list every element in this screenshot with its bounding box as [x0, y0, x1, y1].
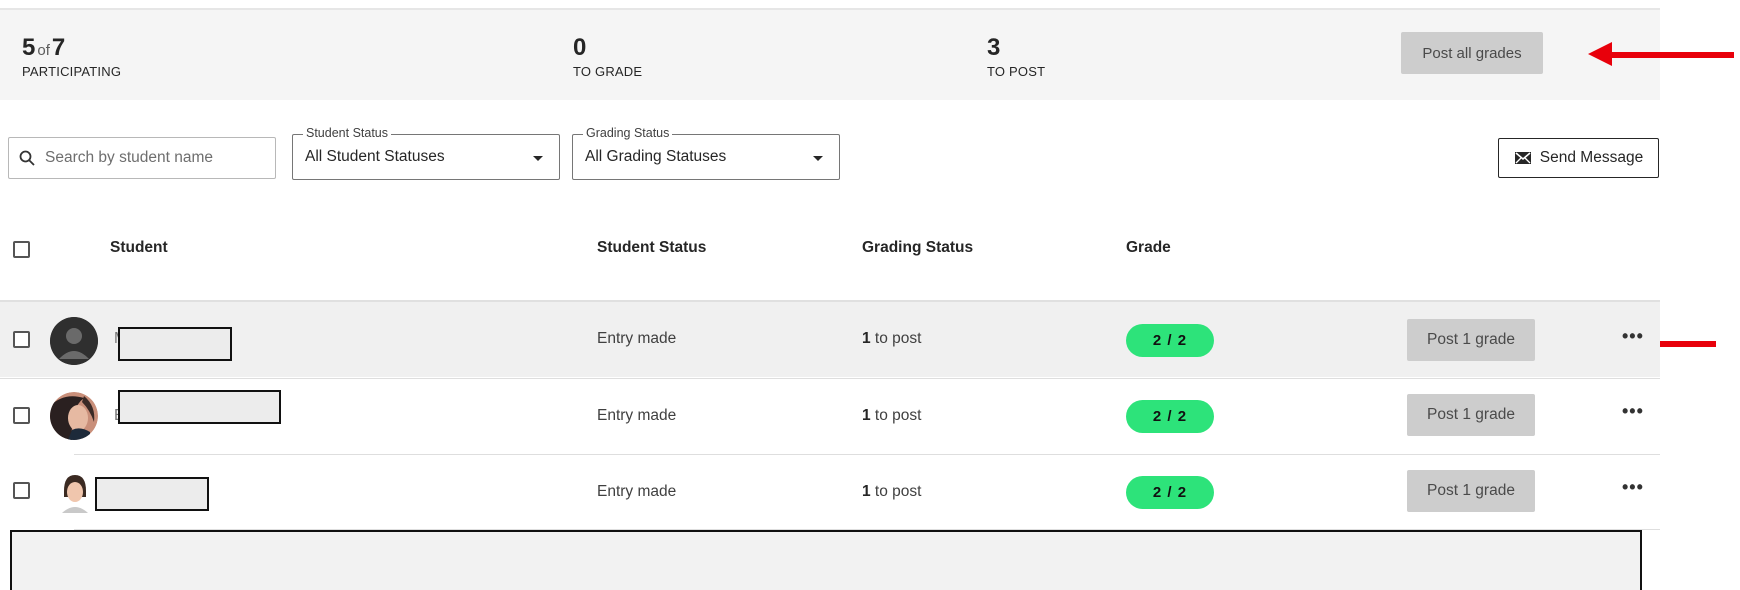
student-status-legend: Student Status — [303, 126, 392, 140]
post-grade-button[interactable]: Post 1 grade — [1407, 394, 1535, 436]
student-status-cell: Entry made — [597, 483, 677, 500]
to-grade-count: 0 — [573, 34, 587, 61]
grading-status-select[interactable]: Grading Status All Grading Statuses — [572, 126, 840, 180]
grading-status-cell: 1 to post — [862, 407, 921, 425]
avatar — [50, 317, 98, 365]
grading-status-legend: Grading Status — [583, 126, 673, 140]
chevron-down-icon — [533, 156, 543, 161]
grading-count: 1 — [862, 407, 871, 424]
profile-photo-icon — [56, 473, 94, 513]
grading-count: 1 — [862, 483, 871, 500]
annotation-arrow-icon — [1588, 42, 1734, 68]
search-input[interactable] — [45, 138, 271, 178]
grade-pill[interactable]: 2 / 2 — [1126, 324, 1214, 357]
grading-suffix: to post — [870, 407, 922, 424]
student-status-cell: Entry made — [597, 407, 677, 424]
grade-pill[interactable]: 2 / 2 — [1126, 476, 1214, 509]
search-icon — [19, 150, 35, 166]
row-checkbox[interactable] — [13, 407, 30, 424]
chevron-down-icon — [813, 156, 823, 161]
to-post-stat: 3 TO POST — [987, 34, 1045, 79]
column-header-student-status[interactable]: Student Status — [597, 239, 706, 257]
table-row[interactable]: Entry made 1 to post 2 / 2 Post 1 grade … — [0, 455, 1660, 530]
user-silhouette-icon — [50, 317, 98, 365]
student-status-value: All Student Statuses — [305, 148, 445, 165]
participating-total: 7 — [51, 34, 66, 61]
to-post-count: 3 — [987, 34, 1001, 61]
column-header-student[interactable]: Student — [110, 239, 168, 257]
to-post-label: TO POST — [987, 64, 1046, 79]
more-options-icon[interactable]: ••• — [1622, 401, 1644, 422]
participating-label: PARTICIPATING — [22, 64, 122, 79]
send-message-button[interactable]: Send Message — [1498, 138, 1659, 178]
participating-stat: 5 of7 PARTICIPATING — [22, 34, 121, 79]
table-row[interactable]: E Entry made 1 to post 2 / 2 Post 1 grad… — [0, 379, 1660, 454]
grading-status-value: All Grading Statuses — [585, 148, 727, 165]
post-grade-button[interactable]: Post 1 grade — [1407, 319, 1535, 361]
column-header-grade[interactable]: Grade — [1126, 239, 1171, 257]
to-grade-stat: 0 TO GRADE — [573, 34, 642, 79]
profile-photo-icon — [50, 392, 98, 440]
grading-count: 1 — [862, 330, 871, 347]
redaction-box — [95, 477, 209, 511]
avatar — [56, 473, 94, 513]
grading-status-cell: 1 to post — [862, 330, 921, 348]
redaction-box — [118, 390, 281, 424]
post-grade-button[interactable]: Post 1 grade — [1407, 470, 1535, 512]
envelope-icon — [1514, 152, 1531, 164]
participating-count: 5 — [22, 34, 36, 61]
more-options-icon[interactable]: ••• — [1622, 477, 1644, 498]
post-all-grades-button[interactable]: Post all grades — [1401, 32, 1543, 74]
redaction-panel — [10, 530, 1642, 590]
grading-suffix: to post — [870, 330, 922, 347]
send-message-label: Send Message — [1539, 149, 1644, 166]
grade-pill[interactable]: 2 / 2 — [1126, 400, 1214, 433]
row-checkbox[interactable] — [13, 331, 30, 348]
more-options-icon[interactable]: ••• — [1622, 326, 1644, 347]
to-grade-label: TO GRADE — [573, 64, 643, 79]
student-status-select[interactable]: Student Status All Student Statuses — [292, 126, 560, 180]
grading-status-cell: 1 to post — [862, 483, 921, 501]
column-header-grading-status[interactable]: Grading Status — [862, 239, 973, 257]
student-status-cell: Entry made — [597, 330, 677, 347]
row-checkbox[interactable] — [13, 482, 30, 499]
avatar — [50, 392, 98, 440]
table-row[interactable]: M Entry made 1 to post 2 / 2 Post 1 grad… — [0, 302, 1660, 377]
participating-of: of — [37, 42, 50, 59]
select-all-checkbox[interactable] — [13, 241, 30, 258]
search-field[interactable] — [8, 137, 276, 179]
grading-suffix: to post — [870, 483, 922, 500]
summary-bar: 5 of7 PARTICIPATING 0 TO GRADE 3 TO POST … — [0, 8, 1660, 100]
redaction-box — [118, 327, 232, 361]
